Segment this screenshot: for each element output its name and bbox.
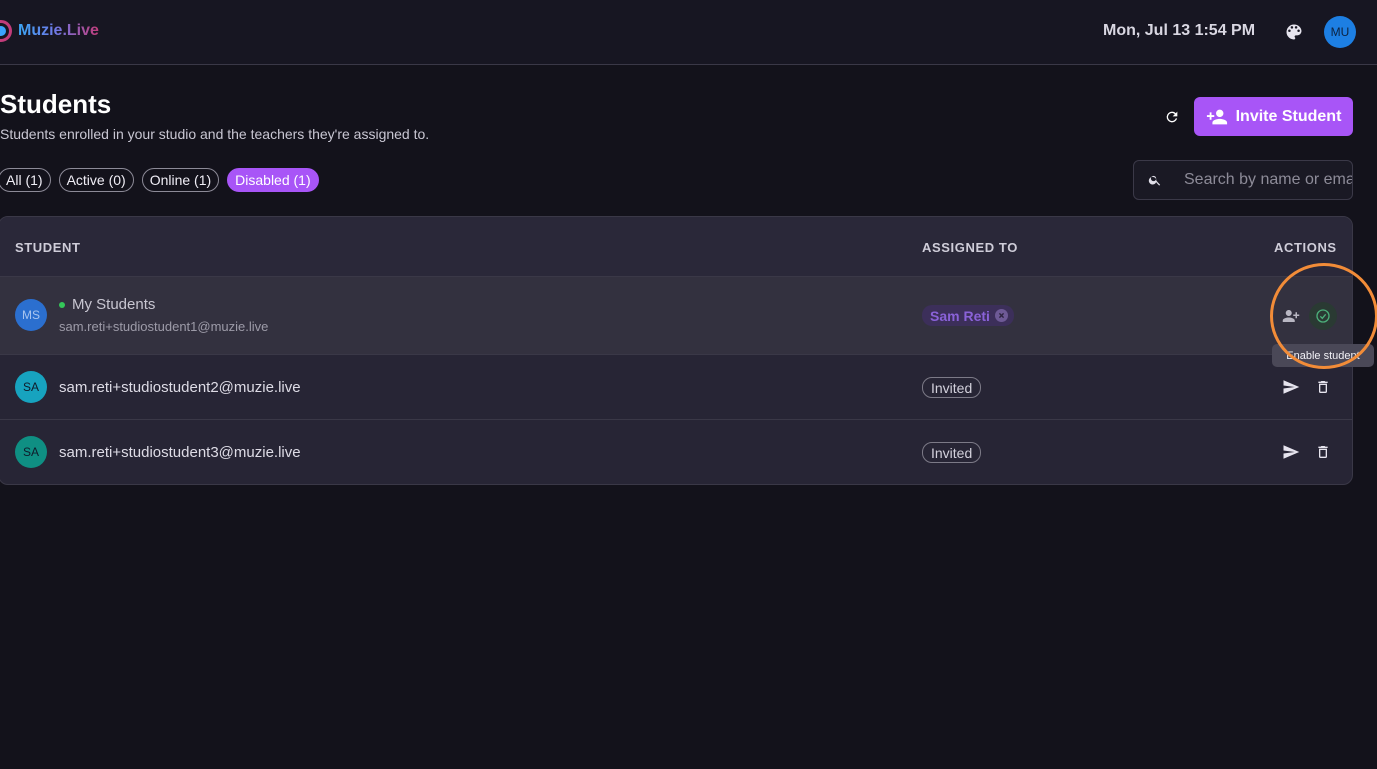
send-icon [1283, 445, 1300, 459]
send-icon [1283, 380, 1300, 394]
resend-invite-button[interactable] [1279, 375, 1303, 399]
user-avatar[interactable]: MU [1324, 16, 1356, 48]
logo-icon [0, 20, 12, 42]
assign-teacher-button[interactable] [1279, 304, 1303, 328]
table-row[interactable]: SA sam.reti+studiostudent2@muzie.live In… [0, 355, 1352, 420]
filter-active[interactable]: Active (0) [58, 168, 134, 192]
column-student[interactable]: STUDENT [15, 240, 81, 255]
enable-student-tooltip: Enable student [1272, 344, 1374, 367]
filter-disabled[interactable]: Disabled (1) [227, 168, 319, 192]
search-input[interactable] [1184, 171, 1352, 189]
check-circle-icon [1316, 309, 1330, 323]
app-name: Muzie.Live [18, 22, 99, 39]
table-row[interactable]: SA sam.reti+studiostudent3@muzie.live In… [0, 420, 1352, 484]
students-table: STUDENT ASSIGNED TO ACTIONS MS My Studen… [0, 216, 1353, 485]
delete-invite-button[interactable] [1311, 375, 1335, 399]
top-bar: Muzie.Live Mon, Jul 13 1:54 PM MU [0, 0, 1377, 65]
current-datetime: Mon, Jul 13 1:54 PM [1103, 22, 1256, 39]
student-email: sam.reti+studiostudent1@muzie.live [59, 319, 269, 334]
search-box [1133, 160, 1353, 200]
invite-student-button[interactable]: Invite Student [1194, 97, 1353, 136]
trash-icon [1318, 446, 1328, 458]
resend-invite-button[interactable] [1279, 440, 1303, 464]
person-add-icon [1282, 310, 1300, 322]
delete-invite-button[interactable] [1311, 440, 1335, 464]
invited-badge: Invited [922, 377, 982, 398]
refresh-icon[interactable] [1162, 107, 1182, 127]
invited-badge: Invited [922, 442, 982, 463]
search-icon [1148, 173, 1162, 187]
person-add-icon [1206, 109, 1227, 124]
student-email: sam.reti+studiostudent3@muzie.live [59, 444, 301, 461]
filter-all[interactable]: All (1) [0, 168, 51, 192]
trash-icon [1318, 381, 1328, 393]
student-name: My Students [72, 296, 156, 313]
filter-chips: All (1) Active (0) Online (1) Disabled (… [0, 168, 319, 192]
table-header: STUDENT ASSIGNED TO ACTIONS [0, 217, 1352, 277]
palette-icon[interactable] [1283, 21, 1305, 43]
assigned-teacher-tag: Sam Reti [922, 305, 1014, 326]
student-avatar: SA [15, 436, 47, 468]
enable-student-button[interactable] [1309, 302, 1337, 330]
page-subtitle: Students enrolled in your studio and the… [0, 126, 430, 142]
assigned-teacher-name: Sam Reti [930, 307, 990, 324]
filter-online[interactable]: Online (1) [141, 168, 220, 192]
app-logo[interactable]: Muzie.Live [0, 20, 99, 42]
student-avatar: MS [15, 299, 47, 331]
student-email: sam.reti+studiostudent2@muzie.live [59, 379, 301, 396]
remove-teacher-icon[interactable] [994, 309, 1008, 322]
invite-student-label: Invite Student [1235, 107, 1342, 125]
column-assigned-to[interactable]: ASSIGNED TO [922, 240, 1018, 255]
column-actions: ACTIONS [1274, 240, 1337, 255]
student-avatar: SA [15, 371, 47, 403]
table-row[interactable]: MS My Students sam.reti+studiostudent1@m… [0, 277, 1352, 355]
online-status-dot [59, 301, 65, 308]
page-title: Students [0, 89, 112, 119]
student-name-line: My Students [59, 296, 155, 313]
